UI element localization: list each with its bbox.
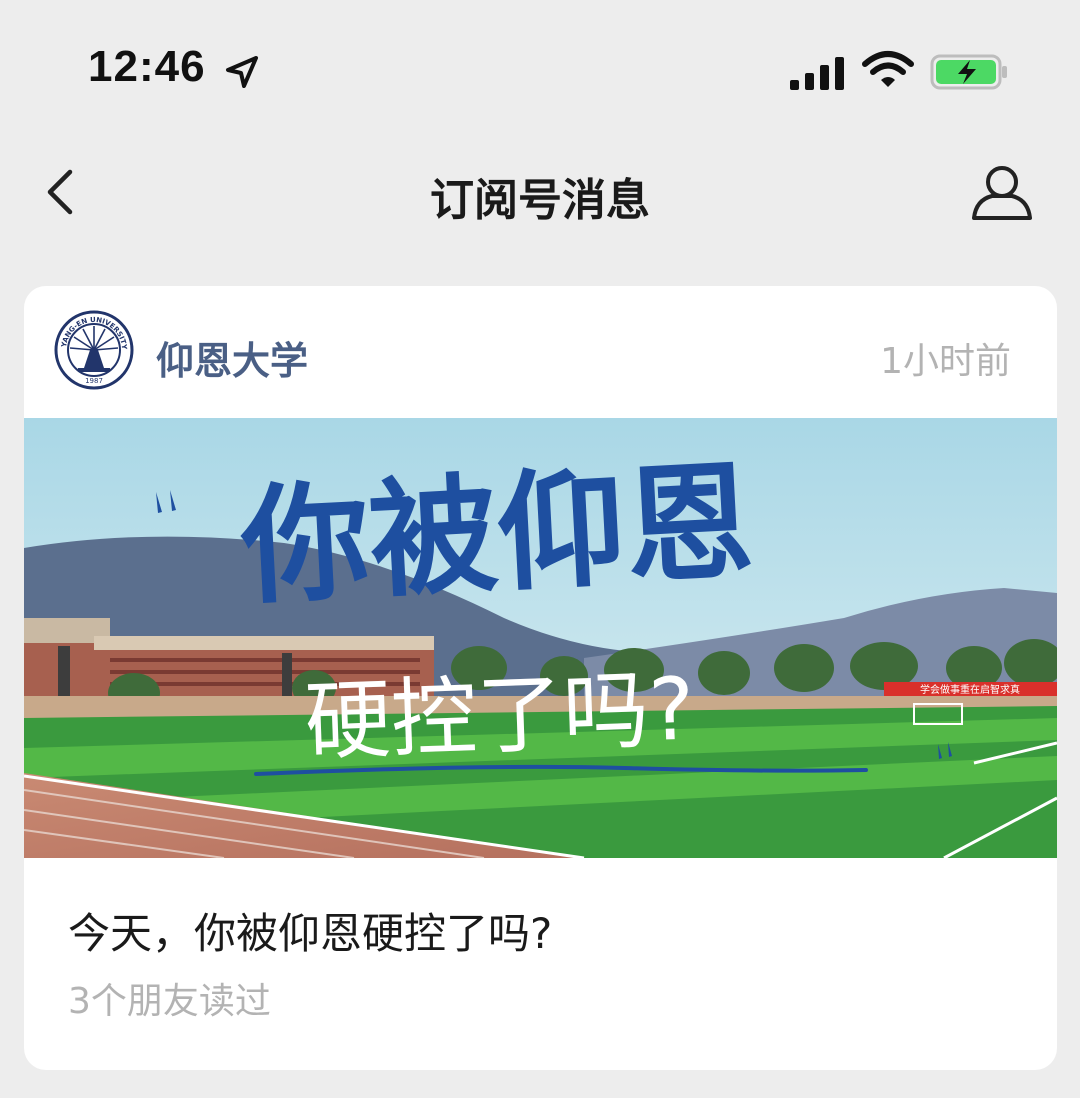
- nav-bar: 订阅号消息: [0, 140, 1080, 250]
- svg-text:1987: 1987: [85, 377, 103, 385]
- article-title[interactable]: 今天，你被仰恩硬控了吗?: [68, 900, 552, 961]
- article-card[interactable]: YANG-EN UNIVERSITY 1987 仰恩大学 1小时前 学会做事重在…: [24, 286, 1057, 1070]
- svg-text:硬控了吗?: 硬控了吗?: [303, 659, 696, 773]
- page-title: 订阅号消息: [430, 175, 650, 226]
- wifi-icon: [862, 51, 914, 87]
- location-arrow-icon: [226, 56, 258, 88]
- status-bar: 12:46: [0, 0, 1080, 140]
- signal-icon: [790, 57, 844, 90]
- university-logo-avatar[interactable]: YANG-EN UNIVERSITY 1987: [54, 310, 134, 390]
- article-cover-image[interactable]: 学会做事重在启智求真 你被仰恩 硬控了吗?: [24, 418, 1057, 858]
- person-icon[interactable]: [966, 160, 1038, 224]
- card-header[interactable]: YANG-EN UNIVERSITY 1987 仰恩大学 1小时前: [24, 286, 1057, 416]
- account-name[interactable]: 仰恩大学: [156, 330, 308, 385]
- read-count: 3个朋友读过: [68, 981, 271, 1022]
- battery-charging-icon: [930, 54, 1007, 90]
- svg-text:你被仰恩: 你被仰恩: [237, 447, 757, 623]
- time-ago: 1小时前: [880, 341, 1011, 382]
- status-time: 12:46: [88, 42, 206, 91]
- svg-text:学会做事重在启智求真: 学会做事重在启智求真: [920, 683, 1020, 696]
